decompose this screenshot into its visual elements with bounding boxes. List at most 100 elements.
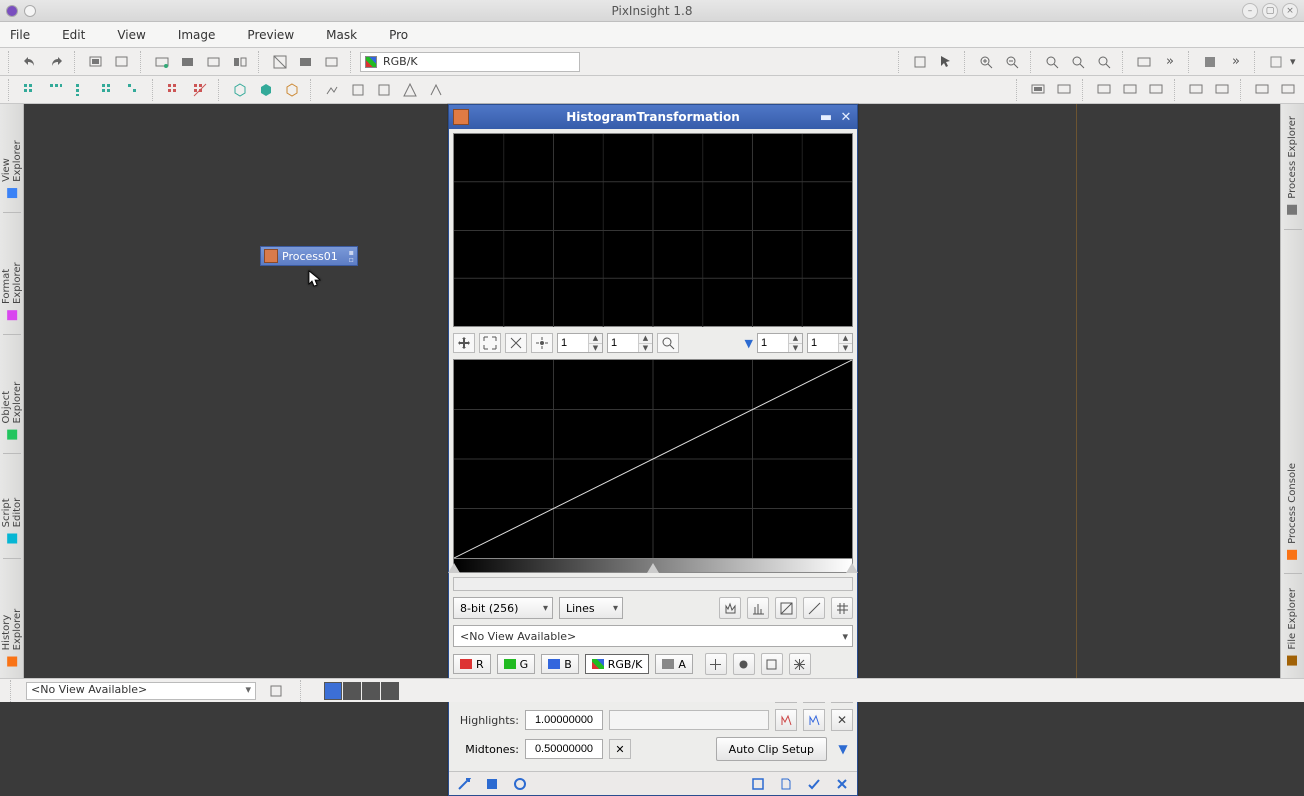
readout-mode-button[interactable] [789, 653, 811, 675]
input-histogram-display[interactable] [453, 133, 853, 327]
grid-icon[interactable] [44, 79, 68, 101]
pan-button[interactable] [453, 333, 475, 353]
dock-tab-object-explorer[interactable]: Object Explorer [1, 337, 23, 451]
dialog-titlebar[interactable]: HistogramTransformation ▬ ✕ [449, 105, 857, 129]
clipping-slider[interactable] [453, 559, 853, 573]
cube-icon[interactable] [254, 79, 278, 101]
toolbar-icon[interactable] [176, 51, 200, 73]
channel-selector[interactable]: RGB/K [360, 52, 580, 72]
highlights-slider[interactable] [609, 710, 769, 730]
reset-midtones-button[interactable]: ✕ [609, 739, 631, 759]
toolbar-overflow[interactable]: » [1158, 51, 1182, 73]
zoom-out-icon[interactable] [1000, 51, 1024, 73]
midtones-slider-handle[interactable] [647, 563, 659, 573]
dialog-shade-button[interactable]: ▬ [819, 110, 833, 125]
workspace-1-button[interactable] [324, 682, 342, 700]
output-vzoom-value[interactable] [808, 334, 838, 352]
auto-clip-setup-button[interactable]: Auto Clip Setup [716, 737, 827, 761]
dock-tab-history-explorer[interactable]: History Explorer [1, 561, 23, 678]
dock-tab-process-explorer[interactable]: Process Explorer [1287, 104, 1298, 227]
workspace-2-button[interactable] [343, 682, 361, 700]
readout-mode-button[interactable] [733, 653, 755, 675]
cube-icon[interactable] [280, 79, 304, 101]
plot-style-button[interactable] [775, 597, 797, 619]
status-icon[interactable] [264, 680, 288, 702]
undo-button[interactable] [18, 51, 42, 73]
new-instance-drag-icon[interactable] [455, 776, 473, 792]
apply-global-button[interactable] [805, 776, 823, 792]
toolbar-icon[interactable] [372, 79, 396, 101]
toolbar-icon[interactable] [294, 51, 318, 73]
auto-highlights-zero-button[interactable] [803, 709, 825, 731]
output-range-bar[interactable] [453, 577, 853, 591]
realtime-preview-button[interactable] [511, 776, 529, 792]
zoom-11-button[interactable] [505, 333, 527, 353]
transfer-curve-display[interactable] [453, 359, 853, 559]
dock-tab-format-explorer[interactable]: Format Explorer [1, 215, 23, 332]
readout-mode-button[interactable] [705, 653, 727, 675]
toolbar-icon[interactable] [346, 79, 370, 101]
apply-button[interactable] [483, 776, 501, 792]
monitor-icon[interactable] [1118, 79, 1142, 101]
workspace-divider[interactable] [1076, 104, 1077, 678]
readout-mode-button[interactable] [761, 653, 783, 675]
zoom-fit-icon[interactable] [1040, 51, 1064, 73]
monitor-icon[interactable] [1184, 79, 1208, 101]
workspace[interactable]: View Explorer Format Explorer Object Exp… [0, 104, 1304, 678]
grid-icon[interactable] [122, 79, 146, 101]
plot-style-button[interactable] [747, 597, 769, 619]
dock-tab-process-console[interactable]: Process Console [1287, 451, 1298, 572]
channel-b-button[interactable]: B [541, 654, 579, 674]
dock-tab-script-editor[interactable]: Script Editor [1, 456, 23, 555]
bitdepth-combo[interactable]: 8-bit (256) [453, 597, 553, 619]
toolbar-icon[interactable] [320, 79, 344, 101]
toolbar-icon[interactable] [228, 51, 252, 73]
output-hzoom-value[interactable] [758, 334, 788, 352]
drag-handle-icon[interactable]: ▪▫ [349, 249, 354, 263]
menu-edit[interactable]: Edit [60, 26, 87, 44]
toolbar-icon[interactable] [1198, 51, 1222, 73]
pointer-icon[interactable] [934, 51, 958, 73]
input-hzoom-value[interactable] [558, 334, 588, 352]
toolbar-icon[interactable] [1264, 51, 1288, 73]
plotmode-combo[interactable]: Lines [559, 597, 623, 619]
grid-icon[interactable] [70, 79, 94, 101]
channel-r-button[interactable]: R [453, 654, 491, 674]
shadows-slider-handle[interactable] [448, 563, 460, 573]
target-view-selector[interactable]: <No View Available> [453, 625, 853, 647]
chevron-down-icon[interactable]: ▼ [745, 337, 753, 350]
zoom-icon[interactable] [1092, 51, 1116, 73]
grid-icon[interactable] [96, 79, 120, 101]
workspace-4-button[interactable] [381, 682, 399, 700]
menu-process-truncated[interactable]: Pro [387, 26, 410, 44]
grid-icon[interactable] [162, 79, 186, 101]
highlights-input[interactable] [525, 710, 603, 730]
monitor-icon[interactable] [1250, 79, 1274, 101]
workspace-3-button[interactable] [362, 682, 380, 700]
grid-icon[interactable] [188, 79, 212, 101]
monitor-icon[interactable] [1092, 79, 1116, 101]
toolbar-icon[interactable] [398, 79, 422, 101]
input-vzoom-value[interactable] [608, 334, 638, 352]
zoom-center-button[interactable] [531, 333, 553, 353]
channel-g-button[interactable]: G [497, 654, 536, 674]
plot-style-button[interactable] [803, 597, 825, 619]
grid-toggle-button[interactable] [831, 597, 853, 619]
monitor-icon[interactable] [1144, 79, 1168, 101]
menu-mask[interactable]: Mask [324, 26, 359, 44]
plot-style-button[interactable] [719, 597, 741, 619]
auto-highlights-button[interactable] [775, 709, 797, 731]
zoom-in-icon[interactable] [974, 51, 998, 73]
dialog-close-button[interactable]: ✕ [839, 110, 853, 125]
menu-view[interactable]: View [115, 26, 147, 44]
toolbar-icon[interactable] [424, 79, 448, 101]
toolbar-icon[interactable] [1132, 51, 1156, 73]
monitor-icon[interactable] [1210, 79, 1234, 101]
zoom-icon[interactable] [1066, 51, 1090, 73]
reset-button[interactable] [833, 776, 851, 792]
status-view-selector[interactable]: <No View Available> ▾ [26, 682, 256, 700]
auto-clip-expand-icon[interactable]: ▼ [833, 737, 853, 761]
monitor-icon[interactable] [1276, 79, 1300, 101]
toolbar-icon[interactable] [320, 51, 344, 73]
toolbar-icon[interactable] [908, 51, 932, 73]
